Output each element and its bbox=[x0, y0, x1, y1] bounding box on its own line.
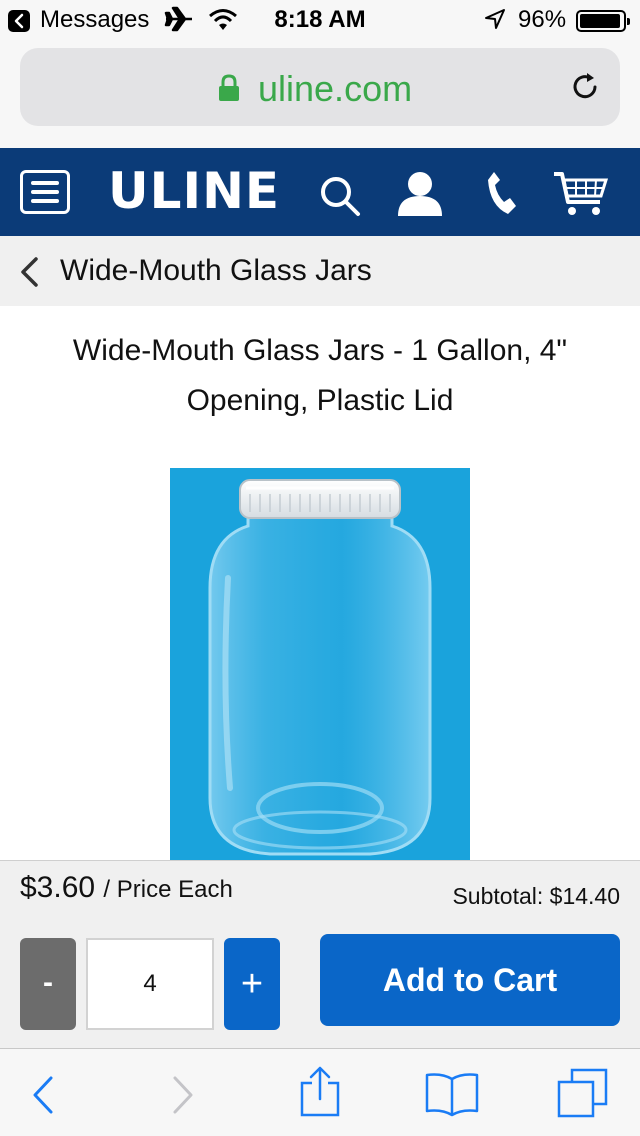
product-image[interactable] bbox=[170, 468, 470, 860]
bookmarks-icon[interactable] bbox=[424, 1071, 480, 1122]
address-bar[interactable]: uline.com bbox=[20, 48, 620, 126]
cart-icon[interactable] bbox=[552, 170, 609, 223]
url-text[interactable]: uline.com bbox=[258, 68, 412, 110]
battery-nub bbox=[627, 18, 630, 25]
browser-toolbar bbox=[0, 1048, 640, 1136]
site-header: ULINE bbox=[0, 148, 640, 236]
product-title: Wide-Mouth Glass Jars - 1 Gallon, 4" Ope… bbox=[72, 334, 568, 417]
battery-icon bbox=[576, 10, 630, 32]
price-unit: / Price Each bbox=[103, 876, 233, 903]
menu-icon[interactable] bbox=[20, 170, 70, 214]
quantity-increase-button[interactable]: + bbox=[224, 938, 280, 1030]
battery-percent: 96% bbox=[518, 6, 567, 33]
breadcrumb-label[interactable]: Wide-Mouth Glass Jars bbox=[60, 254, 372, 288]
price: $3.60 / Price Each bbox=[20, 871, 233, 905]
reload-icon[interactable] bbox=[568, 70, 602, 109]
status-bar: Messages 8:18 AM 96% bbox=[0, 0, 640, 40]
price-value: $3.60 bbox=[20, 871, 96, 904]
quantity-input[interactable]: 4 bbox=[86, 938, 214, 1030]
phone-icon[interactable] bbox=[484, 170, 518, 221]
battery-fill bbox=[580, 14, 620, 28]
forward-icon[interactable] bbox=[170, 1075, 196, 1120]
share-icon[interactable] bbox=[298, 1065, 342, 1124]
back-icon[interactable] bbox=[30, 1075, 56, 1120]
account-icon[interactable] bbox=[394, 170, 446, 221]
subtotal: Subtotal: $14.40 bbox=[452, 883, 620, 909]
uline-logo[interactable]: ULINE bbox=[108, 162, 280, 220]
location-icon bbox=[484, 8, 506, 35]
quantity-decrease-button[interactable]: - bbox=[20, 938, 76, 1030]
breadcrumb[interactable]: Wide-Mouth Glass Jars bbox=[0, 236, 640, 306]
lock-icon bbox=[218, 74, 240, 107]
add-to-cart-button[interactable]: Add to Cart bbox=[320, 934, 620, 1026]
purchase-panel: $3.60 / Price Each Subtotal: $14.40 - 4 … bbox=[0, 860, 640, 1048]
chevron-left-icon[interactable] bbox=[18, 256, 40, 293]
search-icon[interactable] bbox=[318, 174, 362, 223]
browser-address-area: uline.com bbox=[0, 40, 640, 148]
tabs-icon[interactable] bbox=[556, 1067, 610, 1124]
glass-jar-illustration bbox=[208, 479, 432, 856]
